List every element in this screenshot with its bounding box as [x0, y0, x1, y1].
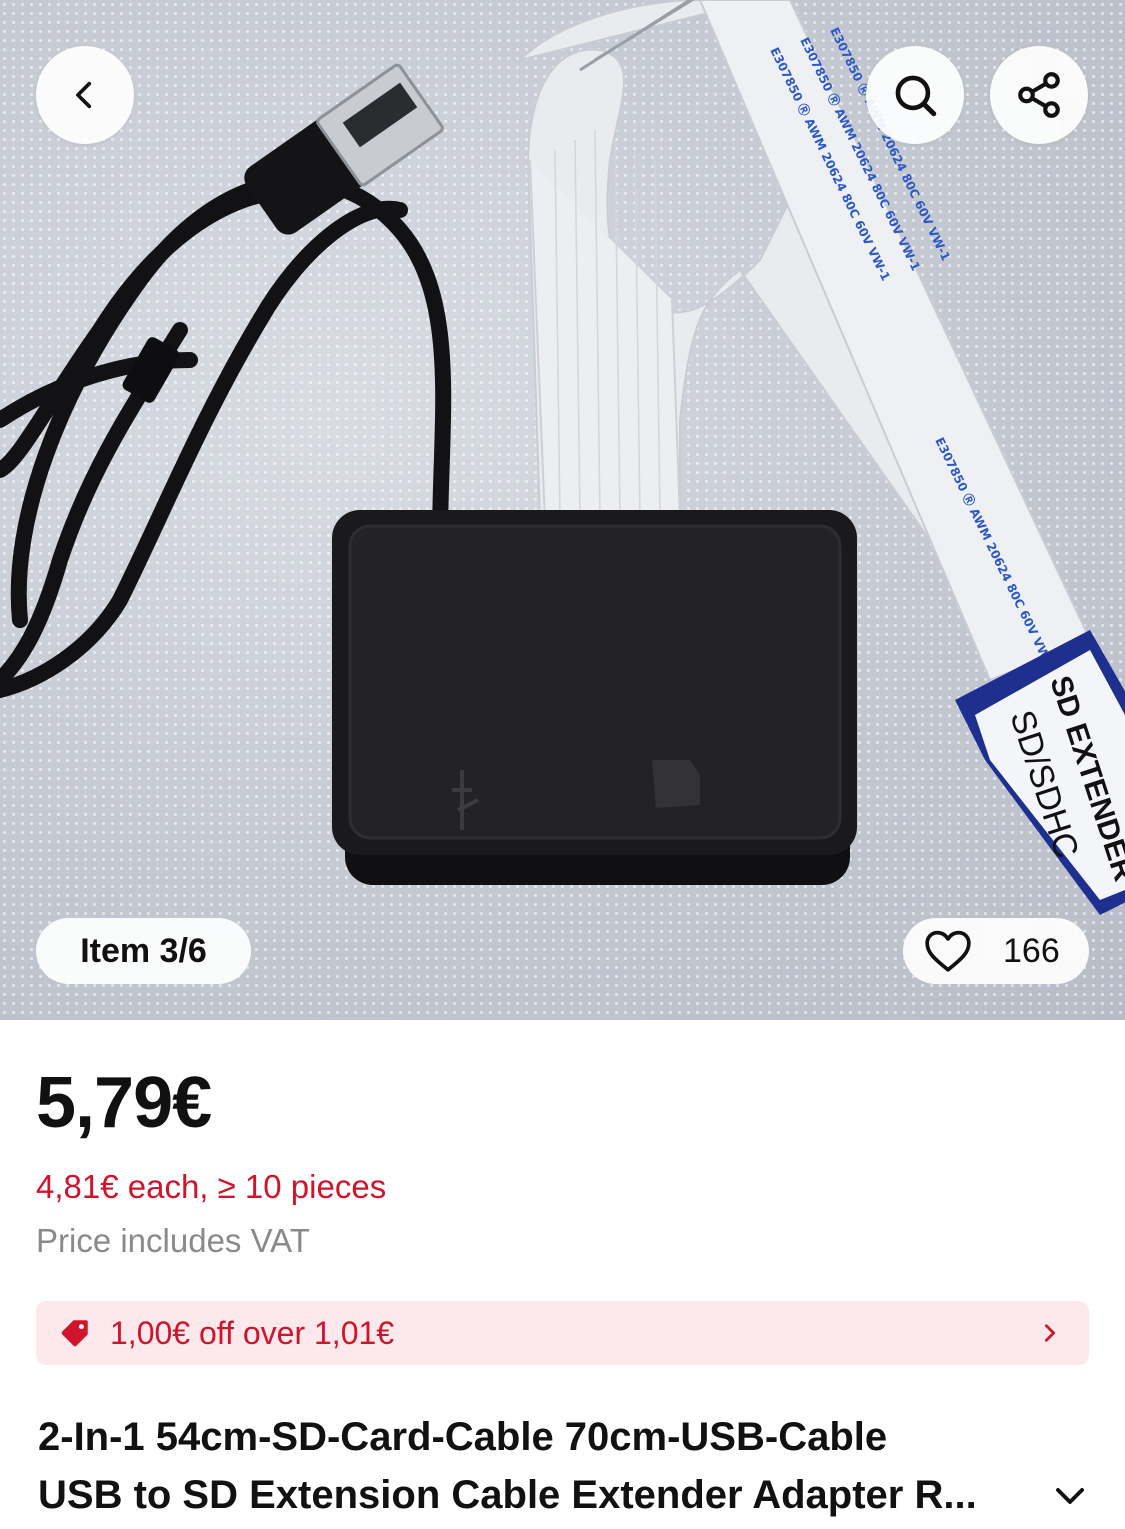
- product-title-line1: 2-In-1 54cm-SD-Card-Cable 70cm-USB-Cable: [38, 1415, 888, 1459]
- search-button[interactable]: [866, 46, 964, 144]
- image-position-indicator: Item 3/6: [36, 918, 251, 984]
- share-button[interactable]: [990, 46, 1088, 144]
- product-image-gallery[interactable]: E307850 Ⓡ AWM 20624 80C 60V VW-1 E307850…: [0, 0, 1125, 1020]
- product-title[interactable]: 2-In-1 54cm-SD-Card-Cable 70cm-USB-Cable…: [38, 1408, 1078, 1524]
- back-button[interactable]: [36, 46, 134, 144]
- usb-plug: [244, 63, 444, 235]
- chevron-down-icon[interactable]: [1052, 1478, 1088, 1514]
- image-position-label: Item 3/6: [80, 931, 207, 970]
- sd-card-connector: SD EXTENDER SD/SDHC: [955, 630, 1125, 915]
- heart-icon: [925, 930, 971, 972]
- search-icon: [895, 75, 937, 117]
- card-reader-box: [332, 510, 857, 885]
- vat-note: Price includes VAT: [36, 1222, 310, 1259]
- bulk-price: 4,81€ each, ≥ 10 pieces: [36, 1168, 387, 1205]
- coupon-banner[interactable]: 1,00€ off over 1,01€: [36, 1301, 1089, 1365]
- product-price: 5,79€: [36, 1063, 212, 1143]
- like-button[interactable]: 166: [903, 918, 1089, 984]
- share-icon: [1018, 72, 1060, 118]
- tag-icon: [61, 1320, 88, 1347]
- like-count: 166: [1003, 931, 1060, 970]
- chevron-right-icon: [1044, 1324, 1056, 1342]
- chevron-left-icon: [76, 81, 92, 109]
- coupon-text: 1,00€ off over 1,01€: [110, 1314, 395, 1351]
- product-photo: E307850 Ⓡ AWM 20624 80C 60V VW-1 E307850…: [0, 0, 1125, 915]
- product-title-line2: USB to SD Extension Cable Extender Adapt…: [38, 1473, 977, 1517]
